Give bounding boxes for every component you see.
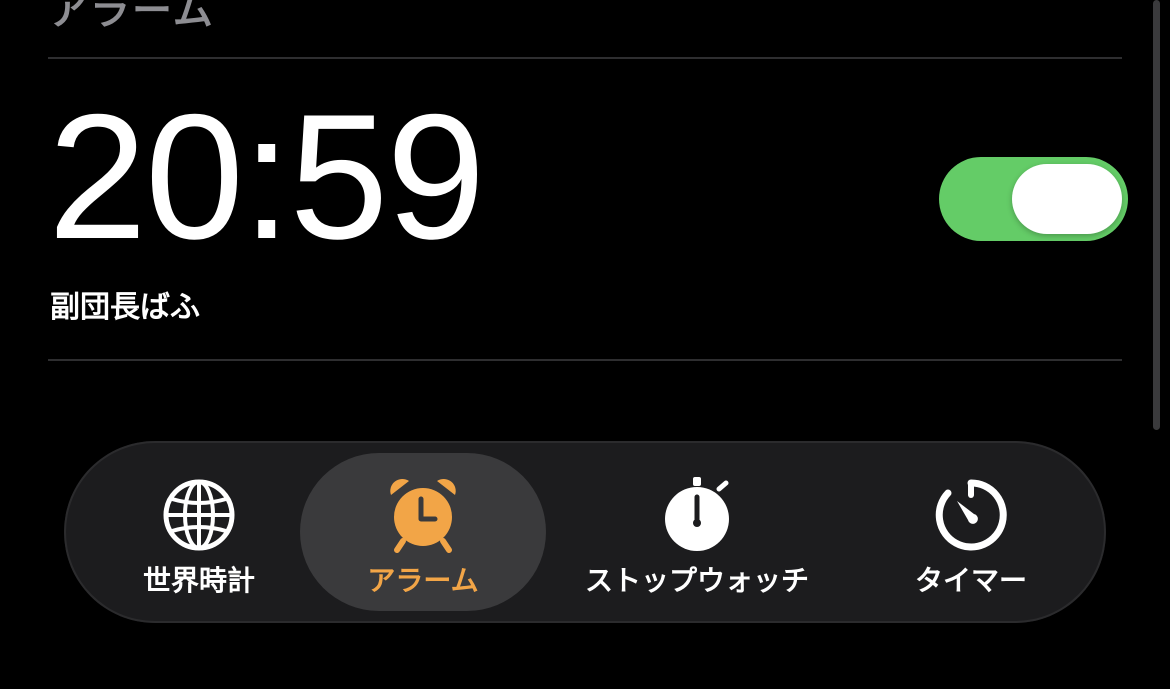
globe-icon xyxy=(163,479,235,551)
tab-stopwatch[interactable]: ストップウォッチ xyxy=(564,441,830,623)
scrollbar[interactable] xyxy=(1153,0,1160,430)
tab-world-clock[interactable]: 世界時計 xyxy=(104,441,294,623)
toggle-knob xyxy=(1012,164,1122,234)
alarm-toggle[interactable] xyxy=(939,157,1128,241)
tab-label: アラーム xyxy=(367,564,479,597)
alarm-time[interactable]: 20:59 xyxy=(48,88,485,266)
section-title: アラーム xyxy=(48,0,215,34)
tab-label: 世界時計 xyxy=(142,564,255,597)
stopwatch-icon xyxy=(665,477,729,551)
divider xyxy=(48,57,1122,59)
tab-label: タイマー xyxy=(914,564,1027,597)
tab-timer[interactable]: タイマー xyxy=(864,441,1078,623)
tab-label: ストップウォッチ xyxy=(584,564,809,597)
alarm-label: 副団長ばふ xyxy=(50,290,200,325)
tab-bar: 世界時計 アラーム ストップウォッチ タイマー xyxy=(64,441,1106,623)
tab-alarm[interactable]: アラーム xyxy=(300,441,546,623)
divider xyxy=(48,359,1122,361)
alarm-clock-icon xyxy=(390,478,456,553)
timer-icon xyxy=(935,479,1007,551)
